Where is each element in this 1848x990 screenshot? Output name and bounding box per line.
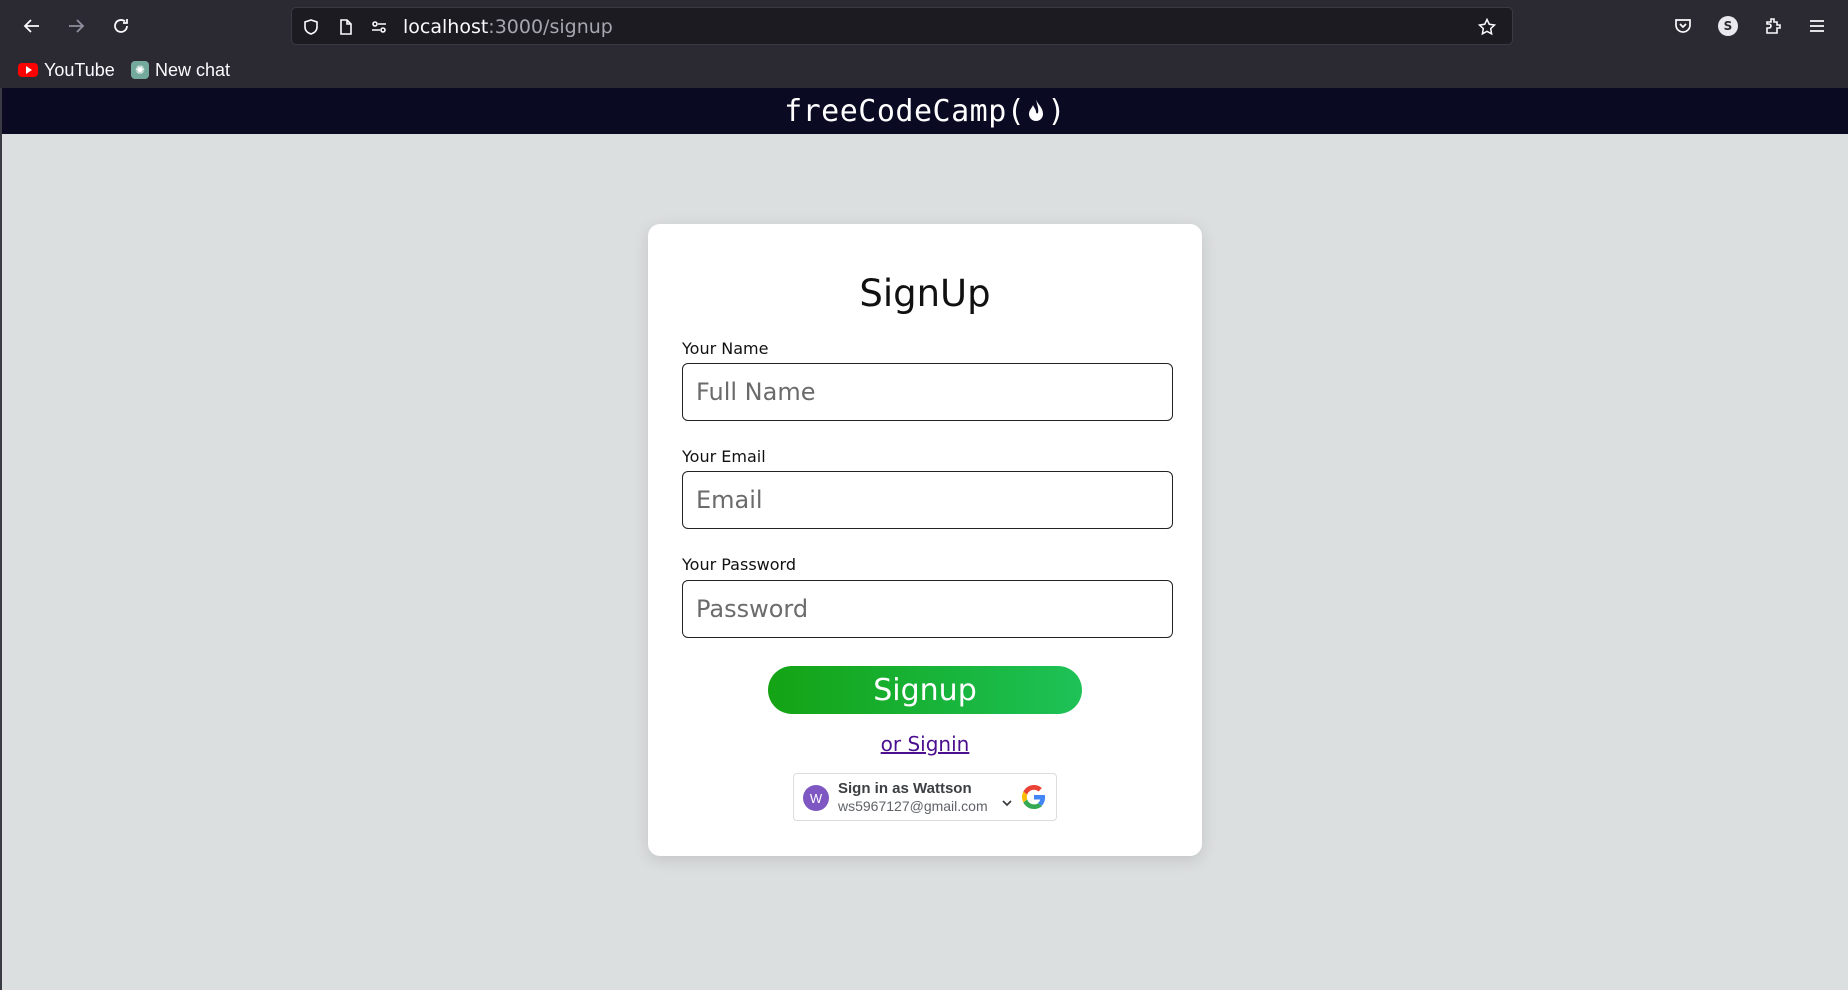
password-input[interactable] <box>682 580 1173 638</box>
url-bar[interactable]: localhost:3000/signup <box>291 7 1513 45</box>
google-logo-icon <box>1022 785 1046 809</box>
site-header: freeCodeCamp( ) <box>2 88 1848 134</box>
reload-button[interactable] <box>105 10 137 42</box>
name-input[interactable] <box>682 363 1173 421</box>
bookmark-youtube[interactable]: YouTube <box>18 58 115 82</box>
window-edge <box>0 88 2 990</box>
back-button[interactable] <box>16 10 48 42</box>
email-input[interactable] <box>682 471 1173 529</box>
bookmarks-bar: YouTube ✺ New chat <box>0 52 1848 88</box>
url-path: :3000/signup <box>488 16 613 38</box>
url-text[interactable]: localhost:3000/signup <box>403 16 613 38</box>
extensions-icon[interactable] <box>1757 10 1789 42</box>
signup-card: SignUp Your Name Your Email Your Passwor… <box>648 224 1202 856</box>
bookmark-label: YouTube <box>44 59 115 80</box>
pocket-icon[interactable] <box>1667 10 1699 42</box>
logo-close: ) <box>1047 93 1066 129</box>
flame-icon <box>1029 99 1044 121</box>
signin-link[interactable]: or Signin <box>648 732 1202 756</box>
google-signin-email: ws5967127@gmail.com <box>838 798 988 814</box>
password-label: Your Password <box>682 555 796 574</box>
page-title: SignUp <box>859 272 991 315</box>
url-host: localhost <box>403 16 489 38</box>
freecodecamp-logo[interactable]: freeCodeCamp( ) <box>784 94 1066 129</box>
profile-avatar: S <box>1718 16 1738 36</box>
google-signin-button[interactable]: W Sign in as Wattson ws5967127@gmail.com <box>793 773 1057 821</box>
bookmark-star-icon[interactable] <box>1476 16 1498 38</box>
email-label: Your Email <box>682 447 766 466</box>
page-icon[interactable] <box>335 16 357 38</box>
bookmark-label: New chat <box>155 59 231 80</box>
shield-icon[interactable] <box>300 16 322 38</box>
arrow-right-icon <box>69 19 85 33</box>
chatgpt-icon: ✺ <box>131 61 149 79</box>
google-signin-title: Sign in as Wattson <box>838 780 972 797</box>
chevron-down-icon[interactable] <box>1000 796 1014 810</box>
logo-text: freeCodeCamp( <box>784 93 1026 129</box>
bookmark-new-chat[interactable]: ✺ New chat <box>131 58 230 82</box>
arrow-left-icon <box>23 19 39 33</box>
menu-icon[interactable] <box>1801 10 1833 42</box>
account-button[interactable]: S <box>1712 10 1744 42</box>
user-avatar: W <box>803 785 829 811</box>
reload-icon <box>114 19 128 33</box>
forward-button[interactable] <box>60 10 92 42</box>
browser-chrome: localhost:3000/signup S YouTube ✺ New ch… <box>0 0 1848 88</box>
browser-toolbar: localhost:3000/signup S <box>0 0 1848 52</box>
signup-button[interactable]: Signup <box>768 666 1082 714</box>
youtube-icon <box>18 63 38 77</box>
permissions-icon[interactable] <box>368 16 390 38</box>
name-label: Your Name <box>682 339 769 358</box>
